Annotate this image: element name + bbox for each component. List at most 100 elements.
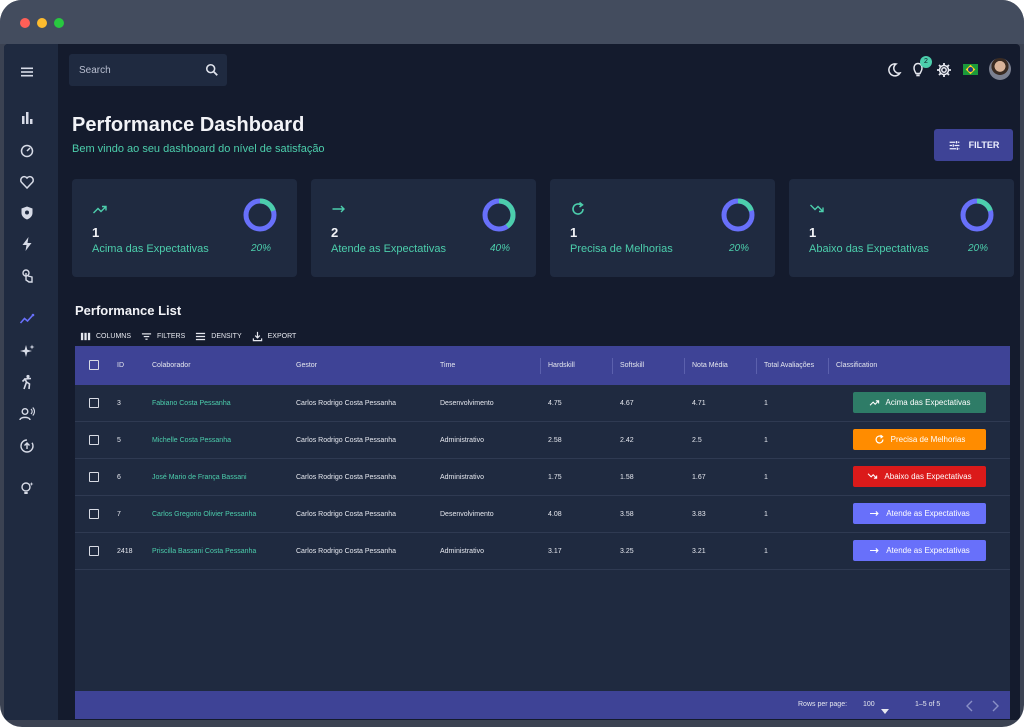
chevron-left-icon[interactable] (965, 699, 975, 712)
arrow-right-icon (870, 511, 879, 516)
density-icon (196, 332, 206, 340)
grid-toolbar: COLUMNS FILTERS DENSITY EXPORT (80, 330, 296, 342)
pagination-range: 1–5 of 5 (915, 701, 941, 708)
row-checkbox[interactable] (89, 546, 99, 556)
cell-nota-media: 4.71 (692, 400, 706, 407)
column-header-id[interactable]: ID (117, 362, 124, 369)
column-separator[interactable] (540, 358, 541, 374)
column-header-colaborador[interactable]: Colaborador (152, 362, 191, 369)
sidebar (4, 44, 58, 720)
tips-icon[interactable] (17, 478, 37, 498)
speed-icon[interactable] (17, 140, 37, 160)
row-checkbox[interactable] (89, 398, 99, 408)
search-icon[interactable] (205, 63, 219, 77)
filters-button[interactable]: FILTERS (141, 331, 185, 342)
insights-icon[interactable] (17, 309, 37, 329)
trending-up-icon (92, 201, 108, 217)
record-voice-icon[interactable] (17, 404, 37, 424)
gear-icon[interactable] (936, 62, 952, 78)
table-row[interactable]: 3 Fabiano Costa Pessanha Carlos Rodrigo … (75, 385, 1010, 422)
bar-chart-icon[interactable] (17, 108, 37, 128)
page-title: Performance Dashboard (72, 114, 305, 136)
filter-list-icon (141, 332, 152, 340)
column-header-hardskill[interactable]: Hardskill (548, 362, 575, 369)
column-header-total-avaliacoes[interactable]: Total Avaliações (764, 362, 814, 369)
accessibility-icon[interactable] (17, 372, 37, 392)
column-header-classification[interactable]: Classification (836, 362, 877, 369)
trending-down-icon (809, 201, 825, 217)
refresh-icon (875, 434, 884, 444)
minimize-window-button[interactable] (37, 18, 47, 28)
cell-colaborador: Michelle Costa Pessanha (152, 437, 231, 444)
column-separator[interactable] (684, 358, 685, 374)
touch-icon[interactable] (17, 266, 37, 286)
classification-badge[interactable]: Abaixo das Expectativas (853, 466, 986, 487)
sparkle-icon[interactable] (17, 341, 37, 361)
table-footer: Rows per page: 100 1–5 of 5 (75, 691, 1010, 719)
chevron-right-icon[interactable] (990, 699, 1000, 712)
shield-icon[interactable] (17, 203, 37, 223)
cell-id: 2418 (117, 548, 133, 555)
column-separator[interactable] (612, 358, 613, 374)
menu-icon[interactable] (17, 62, 37, 82)
bolt-icon[interactable] (17, 234, 37, 254)
export-button[interactable]: EXPORT (252, 331, 296, 342)
app-screen: 2 Performance Dashboard Bem vindo ao seu… (4, 44, 1020, 720)
filter-button-label: FILTER (968, 140, 1000, 150)
columns-button[interactable]: COLUMNS (80, 331, 131, 342)
table-row[interactable]: 6 José Mario de França Bassani Carlos Ro… (75, 459, 1010, 496)
classification-badge[interactable]: Atende as Expectativas (853, 540, 986, 561)
table-row[interactable]: 7 Carlos Gregorio Olivier Pessanha Carlo… (75, 496, 1010, 533)
cell-total-avaliacoes: 1 (764, 400, 768, 407)
filter-button[interactable]: FILTER (934, 129, 1013, 161)
column-header-nota-media[interactable]: Nota Média (692, 362, 728, 369)
stat-percent: 20% (250, 243, 271, 254)
row-checkbox[interactable] (89, 472, 99, 482)
stat-card-abaixo: 1 Abaixo das Expectativas 20% (789, 179, 1014, 277)
classification-badge[interactable]: Atende as Expectativas (853, 503, 986, 524)
table-row[interactable]: 2418 Priscilla Bassani Costa Pessanha Ca… (75, 533, 1010, 570)
dark-mode-icon[interactable] (886, 62, 902, 78)
maximize-window-button[interactable] (54, 18, 64, 28)
column-header-softskill[interactable]: Softskill (620, 362, 644, 369)
cell-colaborador: José Mario de França Bassani (152, 474, 247, 481)
brazil-flag-icon[interactable] (963, 64, 978, 75)
cell-gestor: Carlos Rodrigo Costa Pessanha (296, 437, 396, 444)
tune-icon (949, 140, 959, 150)
stat-label: Atende as Expectativas (331, 243, 446, 255)
caret-down-icon[interactable] (881, 702, 889, 714)
classification-label: Abaixo das Expectativas (884, 472, 972, 481)
arrow-right-icon (331, 201, 347, 217)
stat-count: 1 (92, 225, 100, 240)
stat-count: 1 (809, 225, 817, 240)
cell-time: Administrativo (440, 474, 484, 481)
density-button[interactable]: DENSITY (195, 331, 242, 342)
search-input[interactable] (79, 62, 199, 78)
select-all-checkbox[interactable] (89, 360, 99, 370)
section-title: Performance List (75, 303, 182, 318)
column-header-gestor[interactable]: Gestor (296, 362, 317, 369)
upload-cycle-icon[interactable] (17, 436, 37, 456)
column-separator[interactable] (756, 358, 757, 374)
cell-nota-media: 3.21 (692, 548, 706, 555)
filters-label: FILTERS (157, 332, 186, 340)
cell-nota-media: 2.5 (692, 437, 702, 444)
close-window-button[interactable] (20, 18, 30, 28)
heart-icon[interactable] (17, 172, 37, 192)
classification-badge[interactable]: Precisa de Melhorias (853, 429, 986, 450)
cell-time: Desenvolvimento (440, 511, 494, 518)
search-bar (69, 54, 227, 86)
cell-id: 6 (117, 474, 121, 481)
page-subtitle: Bem vindo ao seu dashboard do nível de s… (72, 143, 325, 155)
cell-colaborador: Fabiano Costa Pessanha (152, 400, 231, 407)
column-separator[interactable] (828, 358, 829, 374)
row-checkbox[interactable] (89, 509, 99, 519)
avatar[interactable] (989, 58, 1011, 80)
classification-badge[interactable]: Acima das Expectativas (853, 392, 986, 413)
column-header-time[interactable]: Time (440, 362, 455, 369)
table-row[interactable]: 5 Michelle Costa Pessanha Carlos Rodrigo… (75, 422, 1010, 459)
cell-gestor: Carlos Rodrigo Costa Pessanha (296, 400, 396, 407)
row-checkbox[interactable] (89, 435, 99, 445)
rows-per-page-select[interactable]: 100 (863, 701, 875, 708)
stat-label: Acima das Expectativas (92, 243, 209, 255)
